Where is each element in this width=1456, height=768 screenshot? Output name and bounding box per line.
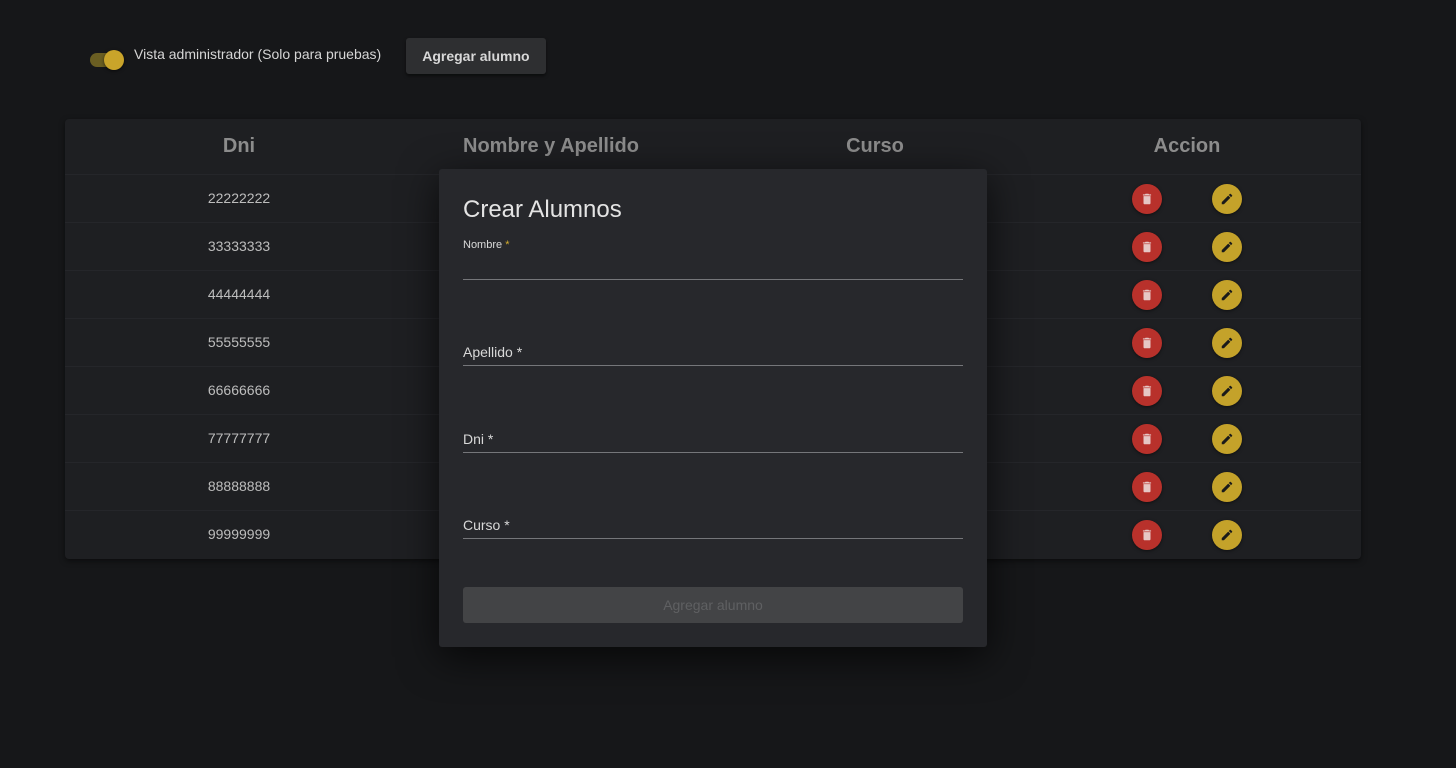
curso-input[interactable] — [463, 514, 963, 536]
nombre-field[interactable]: Nombre * — [463, 239, 963, 281]
curso-underline — [463, 538, 963, 539]
nombre-label: Nombre * — [463, 239, 510, 251]
apellido-input[interactable] — [463, 341, 963, 363]
nombre-underline — [463, 279, 963, 280]
nombre-input[interactable] — [463, 255, 963, 277]
page: Vista administrador (Solo para pruebas) … — [0, 0, 1456, 768]
create-student-dialog: Crear Alumnos Nombre * Apellido * Dni * … — [439, 169, 987, 647]
apellido-underline — [463, 365, 963, 366]
dni-input[interactable] — [463, 428, 963, 450]
dialog-title: Crear Alumnos — [463, 196, 622, 223]
apellido-field[interactable]: Apellido * — [463, 339, 963, 367]
curso-field[interactable]: Curso * — [463, 512, 963, 540]
dni-underline — [463, 452, 963, 453]
submit-add-student-button[interactable]: Agregar alumno — [463, 587, 963, 623]
dni-field[interactable]: Dni * — [463, 426, 963, 454]
